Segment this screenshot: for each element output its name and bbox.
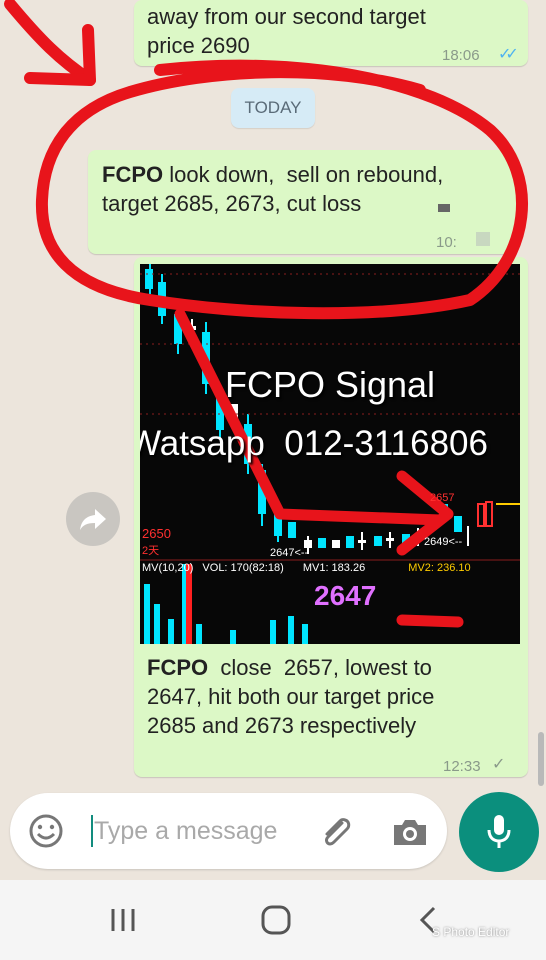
system-navigation-bar xyxy=(0,880,546,960)
message-composer[interactable]: Type a message xyxy=(10,793,447,869)
overlay-title: FCPO Signal xyxy=(224,364,436,405)
message-text-line: away from our second target xyxy=(147,4,426,29)
volume-bars xyxy=(144,564,308,644)
indicator-mv2: MV2: 236.10 xyxy=(408,562,471,574)
caption-line: FCPO close 2657, lowest to xyxy=(147,653,432,682)
chart-period-label: 2天 xyxy=(142,545,160,557)
indicator-readout: MV(10,20) VOL: 170(82:18) MV1: 183.26 MV… xyxy=(142,562,471,574)
message-text: look down, sell on rebound, xyxy=(163,162,444,187)
caption-line: 2685 and 2673 respectively xyxy=(147,713,417,738)
caption-bold-symbol: FCPO xyxy=(147,655,209,680)
red-annotation-arrow xyxy=(174,308,464,628)
indicator-mv1: MV1: 183.26 xyxy=(302,562,366,574)
caption-line: 2647, hit both our target price xyxy=(147,684,435,709)
overlay-contact: Watsapp 012-3116806 xyxy=(140,424,488,463)
date-separator: TODAY xyxy=(231,88,315,128)
indicator-vol: VOL: 170(82:18) xyxy=(202,562,284,574)
watermark: S Photo Editor xyxy=(432,925,510,939)
forward-icon xyxy=(80,509,106,530)
chart-image[interactable]: 2650 2天 2647<-- 2657 2649<-- MV(10,20) V… xyxy=(140,264,520,644)
text-caret xyxy=(91,815,93,847)
microphone-icon xyxy=(487,815,511,848)
message-time: 12:33 xyxy=(443,758,481,775)
chart-price-label: 2650 xyxy=(142,526,171,541)
message-input[interactable]: Type a message xyxy=(94,817,277,846)
message-text-line: target 2685, 2673, cut loss xyxy=(102,191,362,216)
home-icon[interactable] xyxy=(260,904,292,936)
delivered-tick-icon: ✓ xyxy=(492,756,506,773)
chart-big-value: 2647 xyxy=(314,580,377,611)
message-time: 18:06 xyxy=(442,47,480,64)
volume-bar-red xyxy=(186,564,192,644)
scrollbar[interactable] xyxy=(538,732,544,786)
message-text-line: price 2690 xyxy=(147,33,250,58)
message-bold-symbol: FCPO xyxy=(102,162,164,187)
camera-icon[interactable] xyxy=(390,815,430,849)
forward-button[interactable] xyxy=(66,492,120,546)
indicator-mv: MV(10,20) xyxy=(142,562,194,574)
message-text-line: FCPO look down, sell on rebound, xyxy=(102,160,443,189)
message-bubble-outgoing[interactable]: away from our second target price 2690 1… xyxy=(134,0,528,66)
redaction-mark xyxy=(438,204,450,212)
recent-apps-icon[interactable] xyxy=(108,906,138,934)
caption-text: close 2657, lowest to xyxy=(208,655,432,680)
chart-low-marker-label: 2649<-- xyxy=(424,536,463,548)
emoji-icon[interactable] xyxy=(28,813,64,849)
redaction-mark xyxy=(476,232,490,246)
voice-record-button[interactable] xyxy=(459,792,539,872)
message-time: 10: xyxy=(436,234,457,251)
chart-low-marker-label: 2647<-- xyxy=(270,547,309,559)
read-ticks-icon: ✓✓ xyxy=(498,46,519,63)
message-bubble-outgoing[interactable]: FCPO look down, sell on rebound, target … xyxy=(88,150,518,254)
attach-icon[interactable] xyxy=(316,813,356,853)
chart-high-marker-label: 2657 xyxy=(430,492,455,504)
